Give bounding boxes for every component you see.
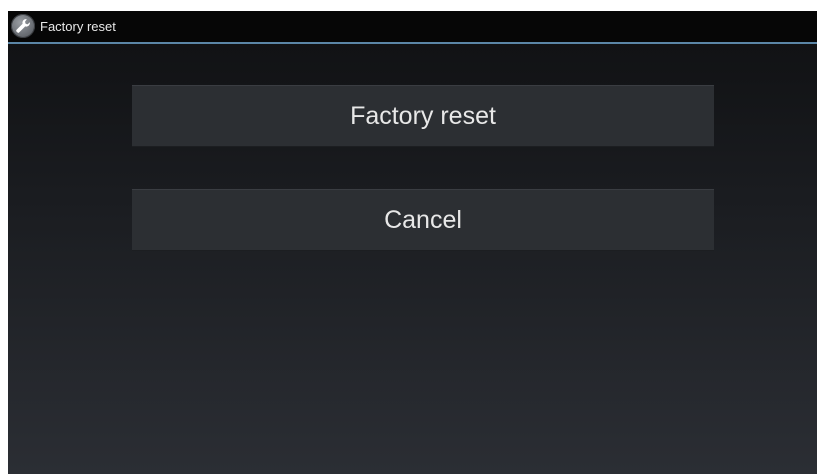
factory-reset-screen: Factory reset Factory reset Cancel (8, 11, 817, 474)
wrench-icon (11, 14, 35, 38)
page-title: Factory reset (40, 19, 116, 34)
factory-reset-button[interactable]: Factory reset (132, 85, 714, 147)
cancel-button[interactable]: Cancel (132, 189, 714, 251)
title-bar: Factory reset (8, 11, 817, 44)
